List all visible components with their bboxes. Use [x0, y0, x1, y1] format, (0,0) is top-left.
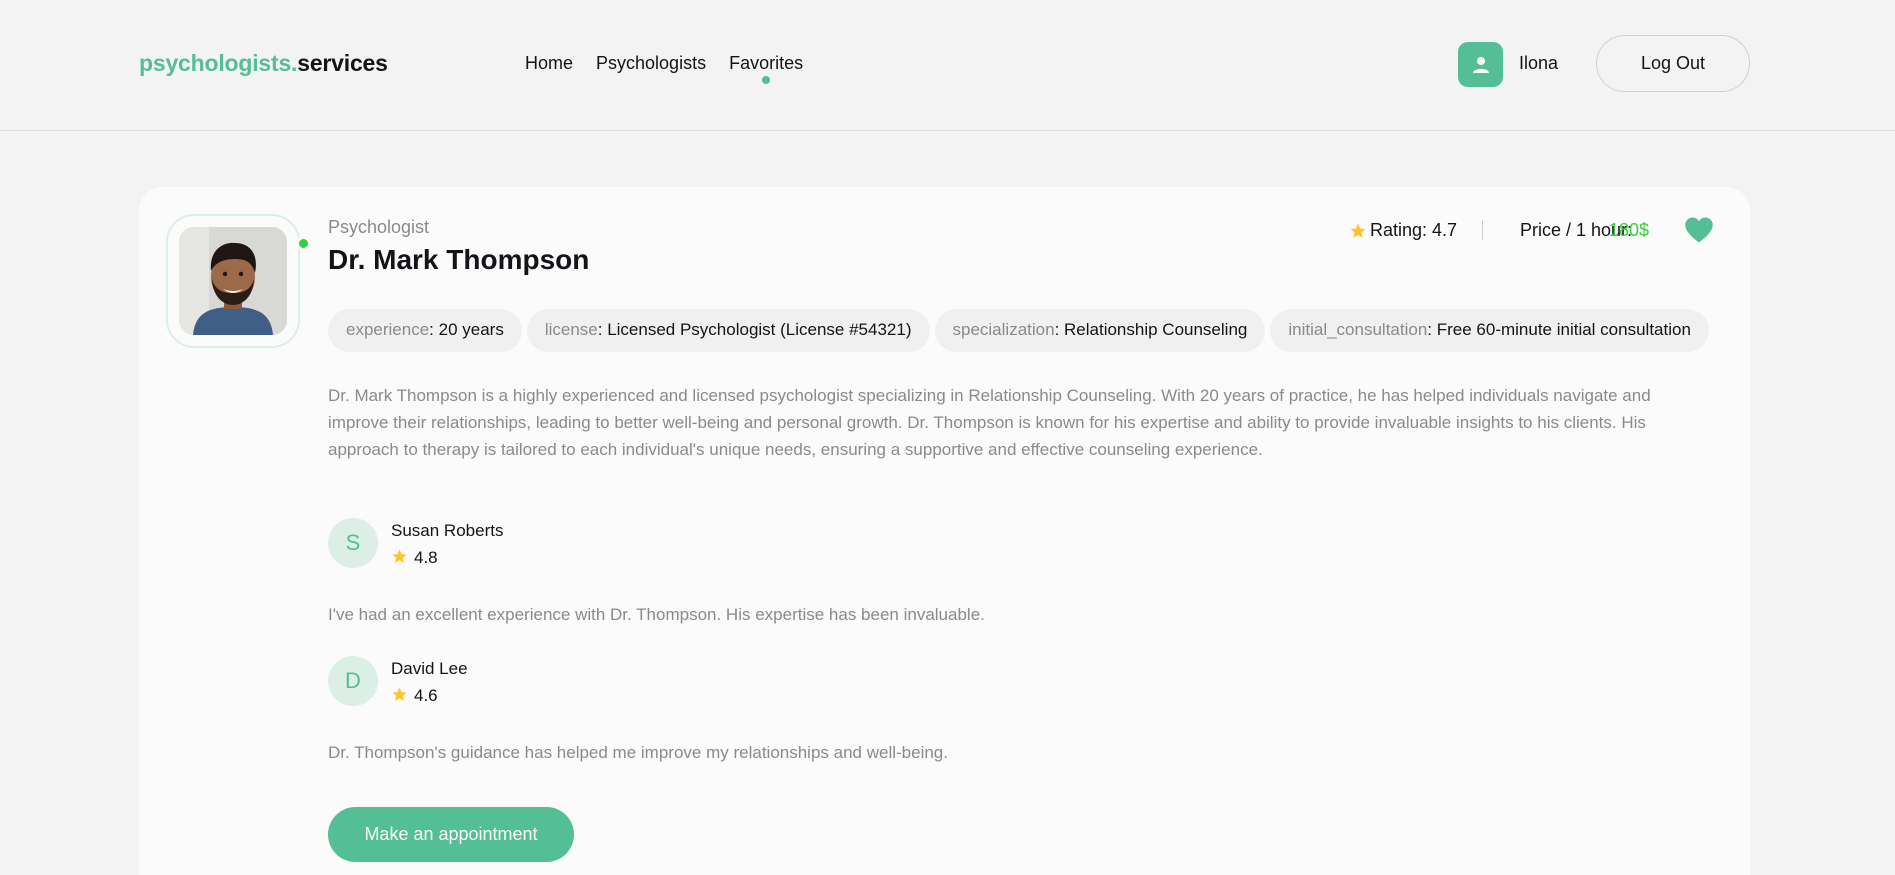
- star-icon: [1350, 223, 1366, 238]
- review-rating-value: 4.6: [414, 686, 438, 705]
- reviewer-avatar: S: [328, 518, 378, 568]
- meta-divider: [1482, 220, 1483, 240]
- tag-value: : Relationship Counseling: [1054, 320, 1248, 339]
- user-icon-glyph: [1472, 56, 1489, 73]
- tag-specialization: specialization: Relationship Counseling: [934, 309, 1266, 352]
- price-value: 180$: [1609, 220, 1650, 240]
- nav-home[interactable]: Home: [525, 53, 573, 74]
- profile-rating: Rating: 4.7: [1370, 220, 1458, 240]
- tag-key: initial_consultation: [1288, 320, 1428, 339]
- profile-meta: Rating: 4.7 Price / 1 hour: 180$: [1330, 216, 1750, 244]
- logo[interactable]: psychologists.services: [139, 50, 388, 77]
- tag-value: : 20 years: [429, 320, 504, 339]
- tag-key: experience: [346, 320, 430, 339]
- site-header: psychologists.services Home Psychologist…: [0, 0, 1895, 131]
- reviewer-name: Susan Roberts: [391, 521, 504, 540]
- profile-tags: experience: 20 years license: Licensed P…: [328, 309, 1709, 352]
- avatar-frame: [166, 214, 311, 348]
- avatar-photo: [179, 227, 287, 335]
- logo-rest: services: [297, 50, 388, 76]
- nav-favorites[interactable]: Favorites: [729, 53, 803, 74]
- logout-button[interactable]: Log Out: [1596, 35, 1750, 92]
- review-text: I've had an excellent experience with Dr…: [328, 605, 985, 624]
- make-appointment-button[interactable]: Make an appointment: [328, 807, 574, 862]
- star-icon: [392, 549, 407, 563]
- profile-description: Dr. Mark Thompson is a highly experience…: [328, 386, 1651, 459]
- reviewer-avatar: D: [328, 656, 378, 706]
- avatar: [179, 227, 287, 335]
- review-rating: 4.8: [391, 548, 438, 568]
- psychologist-card: Psychologist Dr. Mark Thompson Rating: 4…: [139, 187, 1750, 875]
- tag-key: license: [544, 320, 598, 339]
- user-name: Ilona: [1519, 53, 1559, 73]
- review-rating-value: 4.8: [414, 548, 438, 567]
- tag-value: : Licensed Psychologist (License #54321): [597, 320, 912, 339]
- reviewer-name: David Lee: [391, 659, 468, 678]
- star-icon: [392, 687, 407, 701]
- review-text: Dr. Thompson's guidance has helped me im…: [328, 743, 948, 762]
- nav-psychologists[interactable]: Psychologists: [596, 53, 706, 74]
- online-status-dot: [296, 236, 311, 251]
- tag-initial-consultation: initial_consultation: Free 60-minute ini…: [1270, 309, 1709, 352]
- tag-value: : Free 60-minute initial consultation: [1427, 320, 1691, 339]
- user-icon: [1458, 42, 1503, 87]
- favorite-heart-icon[interactable]: [1684, 216, 1714, 244]
- logo-accent: psychologists.: [139, 50, 298, 76]
- profile-role: Psychologist: [328, 217, 430, 237]
- tag-license: license: Licensed Psychologist (License …: [526, 309, 930, 352]
- tag-key: specialization: [952, 320, 1055, 339]
- profile-name: Dr. Mark Thompson: [328, 244, 590, 275]
- tag-experience: experience: 20 years: [328, 309, 522, 352]
- review-rating: 4.6: [391, 686, 438, 706]
- main-nav: Home Psychologists Favorites: [525, 53, 803, 74]
